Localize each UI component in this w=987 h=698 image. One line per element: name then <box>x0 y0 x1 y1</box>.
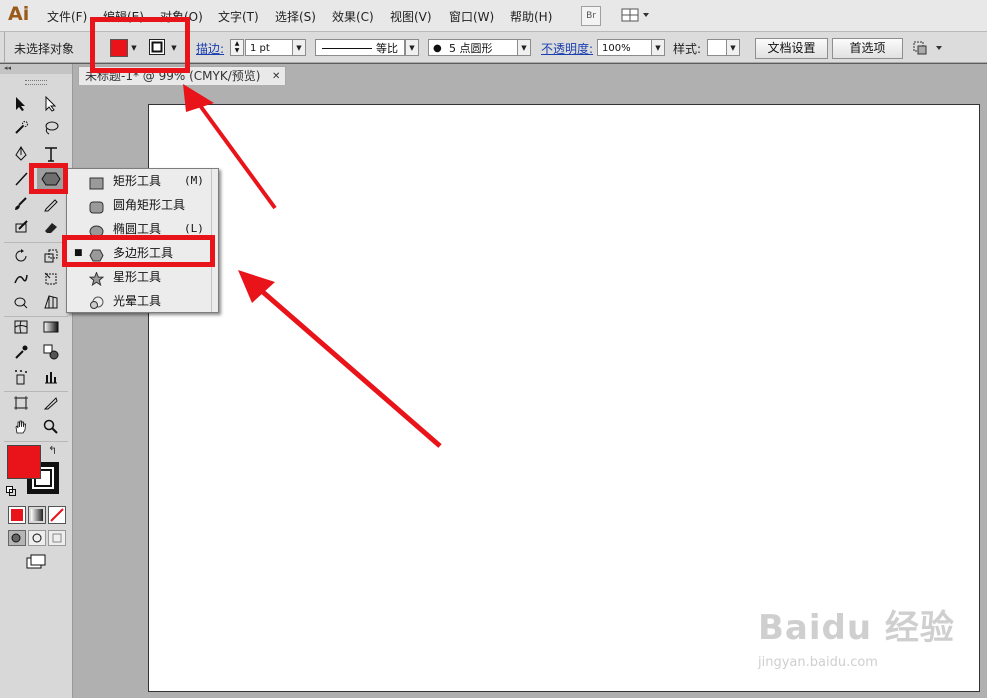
watermark-logo: Baidu 经验 <box>758 608 955 648</box>
annotation-arrows <box>183 84 442 448</box>
watermark-url: jingyan.baidu.com <box>758 655 878 670</box>
